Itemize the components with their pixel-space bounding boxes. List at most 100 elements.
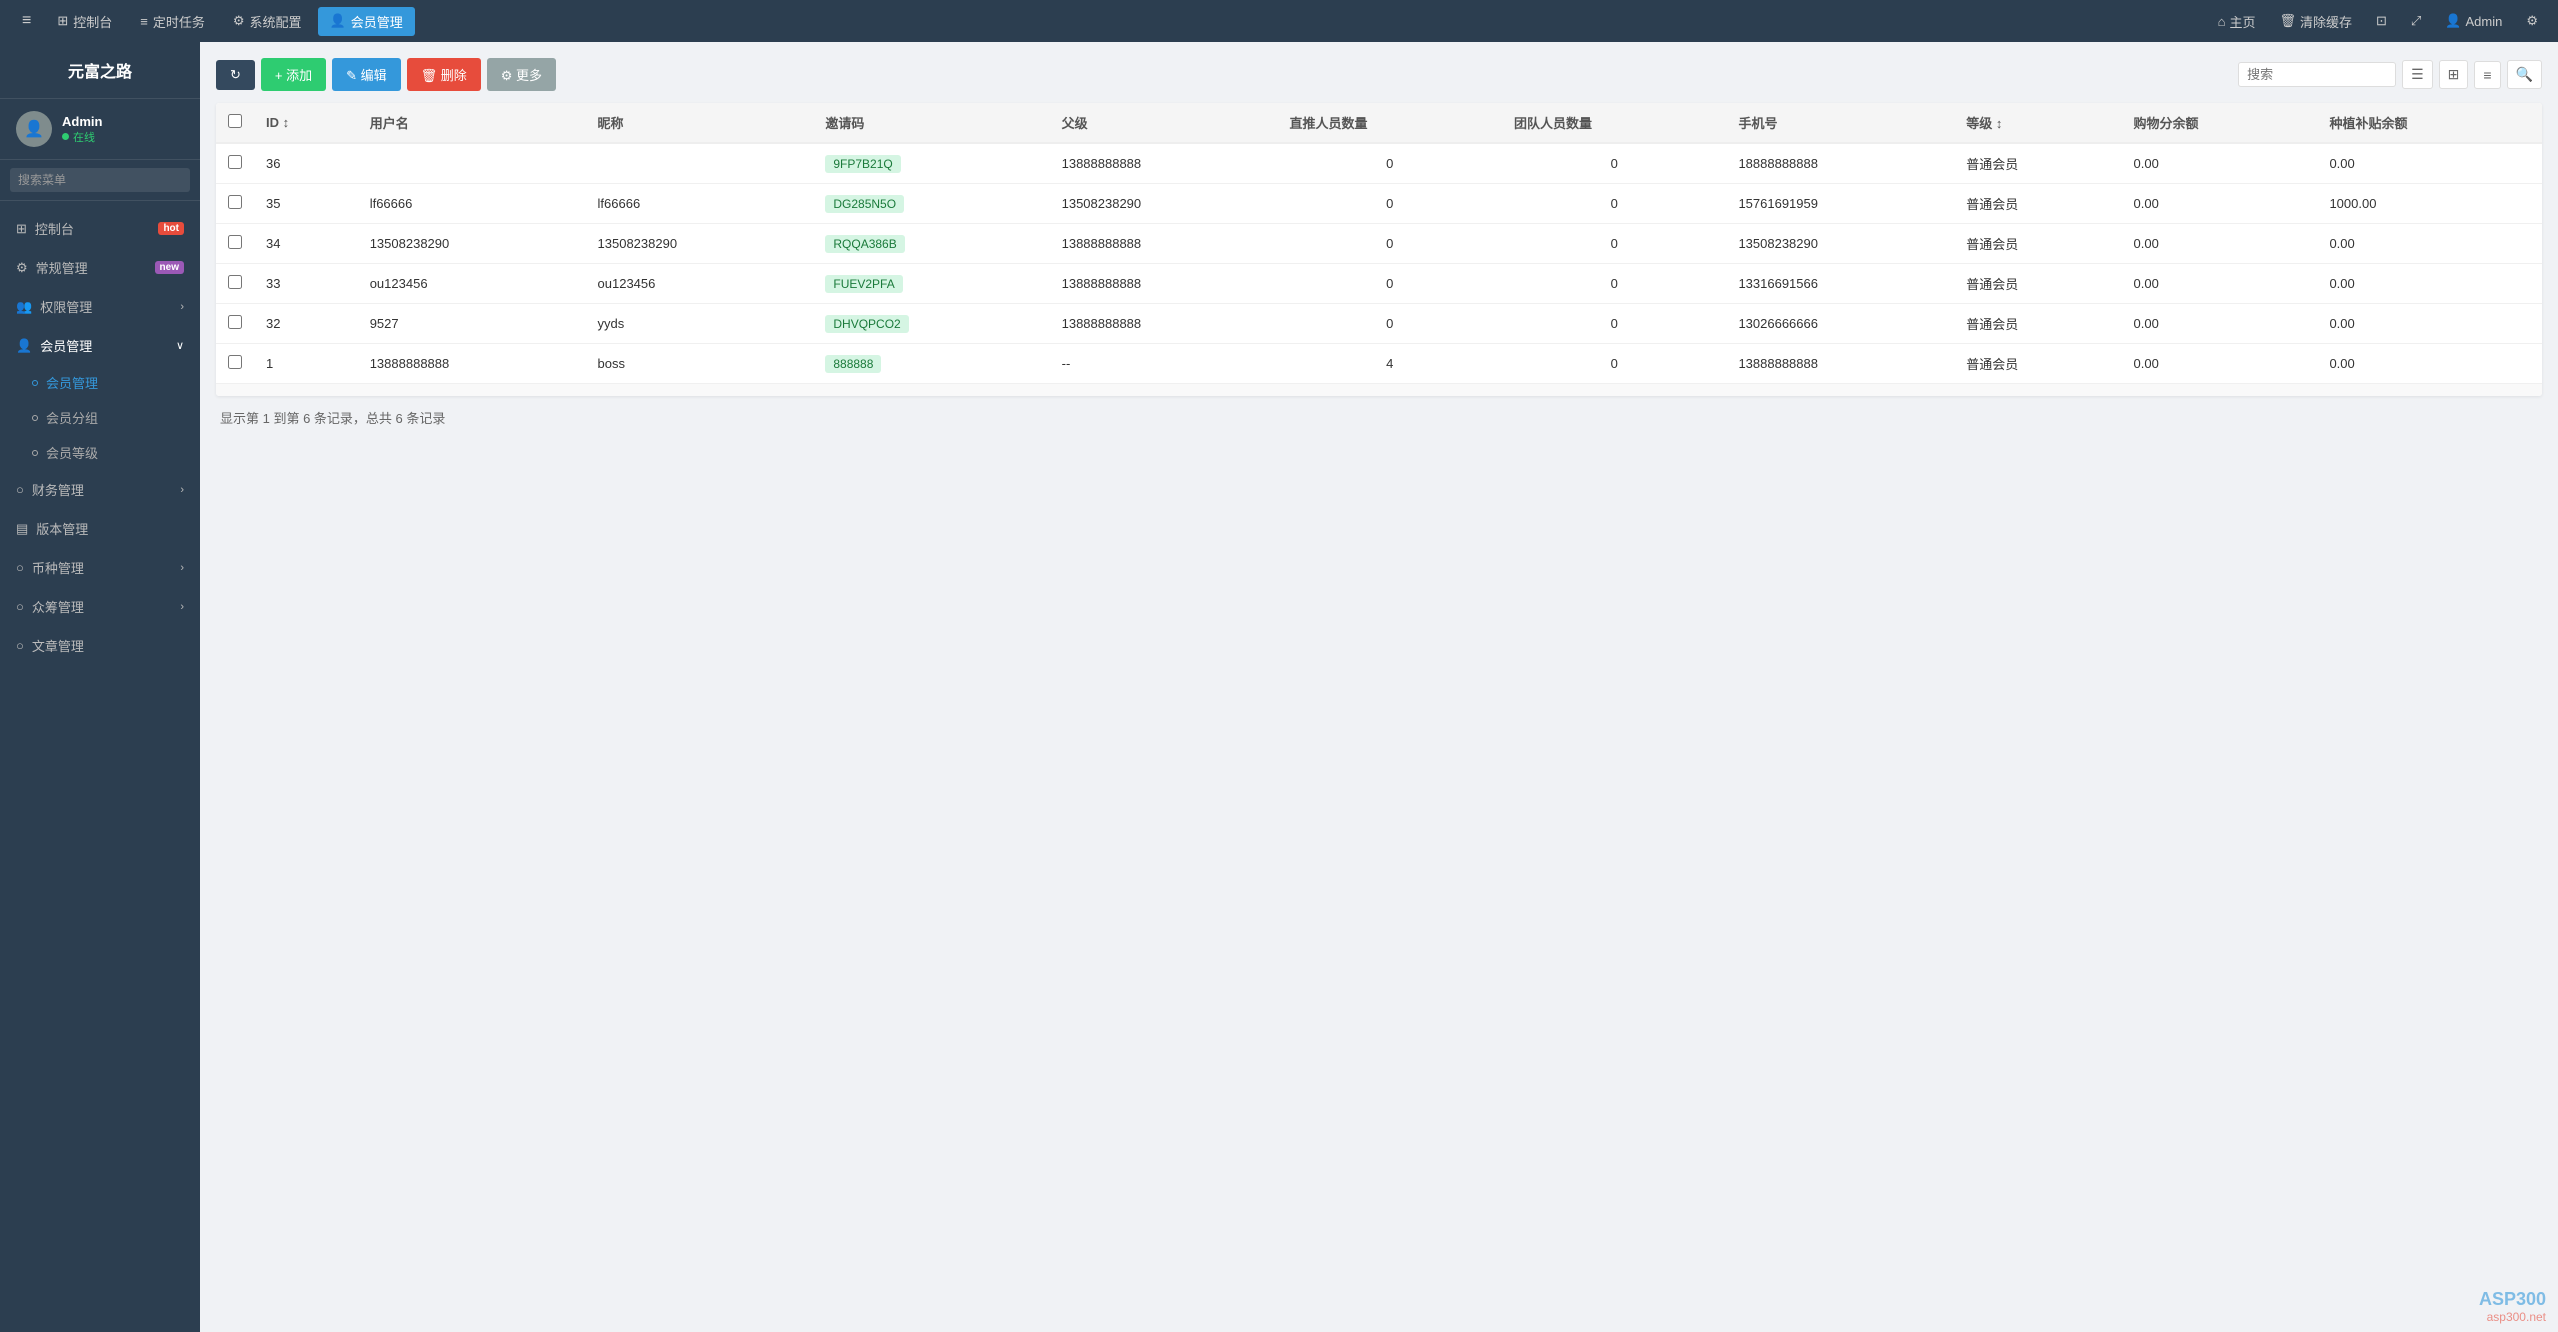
watermark-line2: asp300.net — [2479, 1310, 2546, 1324]
icon1-button[interactable]: ⊡ — [2368, 9, 2395, 33]
cell-shop-balance: 0.00 — [2122, 344, 2318, 384]
fullscreen-button[interactable]: ⤢ — [2403, 9, 2429, 33]
version-menu-icon: ▤ — [16, 521, 28, 537]
row-checkbox-cell — [216, 224, 254, 264]
row-checkbox-cell — [216, 143, 254, 184]
sidebar-item-dashboard[interactable]: ⊞ 控制台 hot — [0, 209, 200, 248]
cell-team: 0 — [1502, 304, 1727, 344]
cell-shop-balance: 0.00 — [2122, 264, 2318, 304]
row-checkbox[interactable] — [228, 315, 242, 329]
general-menu-icon: ⚙ — [16, 260, 28, 276]
grid-view-button[interactable]: ⊞ — [2439, 60, 2469, 89]
row-checkbox[interactable] — [228, 195, 242, 209]
nav-member-label: 会员管理 — [351, 12, 403, 31]
search-button[interactable]: 🔍 — [2507, 60, 2542, 89]
cell-plant-balance: 0.00 — [2317, 304, 2542, 344]
cell-id: 35 — [254, 184, 358, 224]
submenu-label: 会员分组 — [46, 408, 98, 427]
cell-direct: 4 — [1277, 344, 1502, 384]
select-all-header — [216, 103, 254, 143]
list-view-button[interactable]: ☰ — [2402, 60, 2433, 89]
cell-direct: 0 — [1277, 143, 1502, 184]
refresh-button[interactable]: ↻ — [216, 60, 255, 90]
search-input[interactable] — [2247, 67, 2387, 82]
cell-level: 普通会员 — [1954, 184, 2121, 224]
row-checkbox[interactable] — [228, 155, 242, 169]
search-menu-input[interactable] — [10, 168, 190, 192]
nav-schedule[interactable]: ≡ 定时任务 — [128, 7, 217, 36]
schedule-icon: ≡ — [140, 14, 148, 29]
home-link[interactable]: ⌂ 主页 — [2210, 8, 2264, 35]
select-all-checkbox[interactable] — [228, 114, 242, 128]
delete-button[interactable]: 🗑 删除 — [407, 58, 481, 91]
cell-username: 9527 — [358, 304, 586, 344]
cell-phone: 13026666666 — [1726, 304, 1954, 344]
cell-phone: 18888888888 — [1726, 143, 1954, 184]
table-row: 35 lf66666 lf66666 DG285N5O 13508238290 … — [216, 184, 2542, 224]
cell-team: 0 — [1502, 184, 1727, 224]
row-checkbox-cell — [216, 184, 254, 224]
settings-button[interactable]: ⚙ — [2518, 9, 2546, 33]
cell-invite-code: 9FP7B21Q — [813, 143, 1049, 184]
row-checkbox-cell — [216, 344, 254, 384]
sidebar-item-finance[interactable]: ○ 财务管理 › — [0, 470, 200, 509]
cell-shop-balance: 0.00 — [2122, 184, 2318, 224]
cell-level: 普通会员 — [1954, 264, 2121, 304]
cell-username: ou123456 — [358, 264, 586, 304]
sidebar-item-currency[interactable]: ○ 币种管理 › — [0, 548, 200, 587]
sidebar-item-article[interactable]: ○ 文章管理 — [0, 626, 200, 665]
cell-plant-balance: 0.00 — [2317, 344, 2542, 384]
edit-button[interactable]: ✎ 编辑 — [332, 58, 401, 91]
avatar: 👤 — [16, 111, 52, 147]
cell-plant-balance: 1000.00 — [2317, 184, 2542, 224]
sidebar-item-version[interactable]: ▤ 版本管理 — [0, 509, 200, 548]
row-checkbox[interactable] — [228, 355, 242, 369]
row-checkbox[interactable] — [228, 275, 242, 289]
sidebar-item-member-mgmt[interactable]: 👤 会员管理 ∨ — [0, 326, 200, 365]
add-button[interactable]: + 添加 — [261, 58, 326, 91]
cell-id: 34 — [254, 224, 358, 264]
sidebar-item-permission[interactable]: 👥 权限管理 › — [0, 287, 200, 326]
cell-id: 33 — [254, 264, 358, 304]
cell-username — [358, 143, 586, 184]
user-status: 在线 — [62, 129, 102, 145]
hamburger-icon[interactable]: ≡ — [12, 7, 41, 35]
cell-parent: -- — [1050, 344, 1278, 384]
chevron-right-icon: › — [180, 484, 184, 496]
user-avatar-icon: 👤 — [2445, 13, 2461, 29]
sidebar-item-label: 控制台 — [35, 219, 74, 238]
cell-nickname: boss — [586, 344, 814, 384]
sidebar-subitem-member-list[interactable]: 会员管理 — [0, 365, 200, 400]
cell-phone: 13508238290 — [1726, 224, 1954, 264]
chevron-right-icon: › — [180, 562, 184, 574]
nav-sysconfig[interactable]: ⚙ 系统配置 — [221, 7, 314, 36]
nav-member[interactable]: 👤 会员管理 — [318, 7, 415, 36]
table-row: 36 9FP7B21Q 13888888888 0 0 18888888888 … — [216, 143, 2542, 184]
col-nickname: 昵称 — [586, 103, 814, 143]
nav-sysconfig-label: 系统配置 — [250, 12, 302, 31]
new-badge: new — [155, 261, 184, 274]
sidebar-subitem-member-group[interactable]: 会员分组 — [0, 400, 200, 435]
col-parent: 父级 — [1050, 103, 1278, 143]
watermark: ASP300 asp300.net — [2479, 1289, 2546, 1324]
nav-schedule-label: 定时任务 — [153, 12, 205, 31]
sidebar-item-crowdfund[interactable]: ○ 众筹管理 › — [0, 587, 200, 626]
col-direct-count: 直推人员数量 — [1277, 103, 1502, 143]
cell-direct: 0 — [1277, 184, 1502, 224]
cell-phone: 15761691959 — [1726, 184, 1954, 224]
sidebar-subitem-member-level[interactable]: 会员等级 — [0, 435, 200, 470]
cell-plant-balance: 0.00 — [2317, 224, 2542, 264]
cell-team: 0 — [1502, 143, 1727, 184]
nav-dashboard[interactable]: ⊞ 控制台 — [45, 7, 124, 36]
admin-user[interactable]: 👤 Admin — [2437, 9, 2510, 33]
cell-level: 普通会员 — [1954, 143, 2121, 184]
columns-button[interactable]: ≡ — [2474, 61, 2500, 89]
cell-shop-balance: 0.00 — [2122, 143, 2318, 184]
cell-level: 普通会员 — [1954, 224, 2121, 264]
row-checkbox[interactable] — [228, 235, 242, 249]
clear-cache-button[interactable]: 🗑 清除缓存 — [2271, 8, 2360, 35]
sidebar-item-general[interactable]: ⚙ 常规管理 new — [0, 248, 200, 287]
cell-nickname: ou123456 — [586, 264, 814, 304]
horizontal-scrollbar[interactable] — [216, 384, 2542, 396]
more-button[interactable]: ⚙ 更多 — [487, 58, 556, 91]
